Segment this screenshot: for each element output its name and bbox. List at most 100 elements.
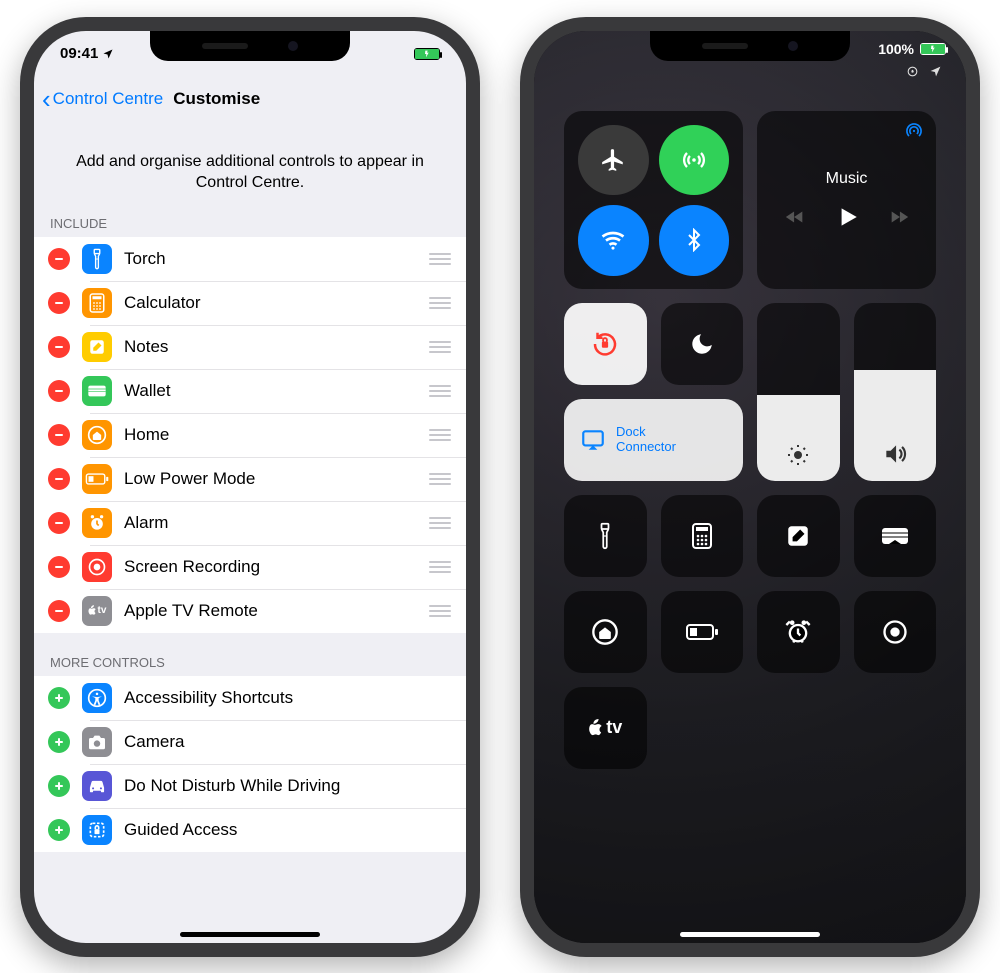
reorder-handle[interactable] [428, 297, 452, 309]
list-row: Alarm [34, 501, 466, 545]
alarm-tile[interactable] [757, 591, 840, 673]
airplay-icon[interactable] [904, 121, 924, 141]
reorder-handle[interactable] [428, 561, 452, 573]
notch [150, 31, 350, 61]
reorder-handle[interactable] [428, 473, 452, 485]
volume-slider[interactable] [854, 303, 937, 481]
volume-icon [882, 441, 908, 467]
reorder-handle[interactable] [428, 385, 452, 397]
screen-mirror-icon [580, 427, 606, 453]
remove-button[interactable] [48, 248, 70, 270]
connectivity-panel[interactable] [564, 111, 743, 289]
record-tile[interactable] [854, 591, 937, 673]
play-button[interactable] [834, 204, 860, 230]
page-description: Add and organise additional controls to … [34, 121, 466, 210]
home-indicator[interactable] [680, 932, 820, 937]
accessibility-icon [82, 683, 112, 713]
remove-button[interactable] [48, 380, 70, 402]
guided-icon [82, 815, 112, 845]
forward-button[interactable] [888, 206, 910, 228]
reorder-handle[interactable] [428, 605, 452, 617]
row-label: Do Not Disturb While Driving [124, 776, 452, 796]
orientation-lock-indicator-icon [906, 65, 919, 78]
notes-tile[interactable] [757, 495, 840, 577]
remove-button[interactable] [48, 556, 70, 578]
cc-status-bar: 100% [878, 41, 946, 57]
more-header: MORE CONTROLS [34, 633, 466, 676]
airplane-toggle[interactable] [578, 125, 649, 196]
list-row: Notes [34, 325, 466, 369]
reorder-handle[interactable] [428, 253, 452, 265]
reorder-handle[interactable] [428, 429, 452, 441]
back-label: Control Centre [53, 89, 164, 109]
rewind-button[interactable] [784, 206, 806, 228]
row-label: Screen Recording [124, 557, 416, 577]
car-icon [82, 771, 112, 801]
row-label: Home [124, 425, 416, 445]
dnd-tile[interactable] [661, 303, 744, 385]
alarm-icon [82, 508, 112, 538]
row-label: Guided Access [124, 820, 452, 840]
status-time: 09:41 [60, 45, 98, 62]
add-button[interactable] [48, 687, 70, 709]
notch [650, 31, 850, 61]
bluetooth-toggle[interactable] [659, 205, 730, 276]
list-row: Guided Access [34, 808, 466, 852]
back-button[interactable]: ‹ Control Centre [42, 86, 163, 112]
battery-icon [920, 43, 946, 55]
wifi-toggle[interactable] [578, 205, 649, 276]
orientation-lock-tile[interactable] [564, 303, 647, 385]
reorder-handle[interactable] [428, 517, 452, 529]
remove-button[interactable] [48, 424, 70, 446]
row-label: Camera [124, 732, 452, 752]
lowpower-tile[interactable] [661, 591, 744, 673]
torch-tile[interactable] [564, 495, 647, 577]
notes-icon [82, 332, 112, 362]
screen-mirror-tile[interactable]: Dock Connector [564, 399, 743, 481]
right-phone: 100% [520, 17, 980, 957]
row-label: Calculator [124, 293, 416, 313]
wallet-tile[interactable] [854, 495, 937, 577]
camera-icon [82, 727, 112, 757]
row-label: Apple TV Remote [124, 601, 416, 621]
calculator-icon [82, 288, 112, 318]
list-row: Torch [34, 237, 466, 281]
home-indicator[interactable] [180, 932, 320, 937]
chevron-left-icon: ‹ [42, 86, 51, 112]
reorder-handle[interactable] [428, 341, 452, 353]
appletv-tile[interactable]: tv [564, 687, 647, 769]
remove-button[interactable] [48, 512, 70, 534]
left-phone: 09:41 ‹ Control Centre Customise [20, 17, 480, 957]
brightness-icon [786, 443, 810, 467]
home-tile[interactable] [564, 591, 647, 673]
row-label: Torch [124, 249, 416, 269]
list-row: tv Apple TV Remote [34, 589, 466, 633]
include-list: Torch Calculator Notes Wallet Home Low Power … [34, 237, 466, 633]
remove-button[interactable] [48, 600, 70, 622]
more-list: Accessibility Shortcuts Camera Do Not Dist… [34, 676, 466, 852]
row-label: Low Power Mode [124, 469, 416, 489]
remove-button[interactable] [48, 336, 70, 358]
record-icon [82, 552, 112, 582]
tvremote-icon: tv [82, 596, 112, 626]
list-row: Home [34, 413, 466, 457]
row-label: Alarm [124, 513, 416, 533]
calculator-tile[interactable] [661, 495, 744, 577]
battery-percent: 100% [878, 41, 914, 57]
remove-button[interactable] [48, 292, 70, 314]
add-button[interactable] [48, 731, 70, 753]
torch-icon [82, 244, 112, 274]
battery-icon [414, 48, 440, 60]
settings-screen: 09:41 ‹ Control Centre Customise [34, 31, 466, 943]
add-button[interactable] [48, 819, 70, 841]
remove-button[interactable] [48, 468, 70, 490]
home-icon [82, 420, 112, 450]
cellular-toggle[interactable] [659, 125, 730, 196]
media-panel[interactable]: Music [757, 111, 936, 289]
row-label: Wallet [124, 381, 416, 401]
row-label: Accessibility Shortcuts [124, 688, 452, 708]
media-title: Music [826, 170, 868, 188]
list-row: Calculator [34, 281, 466, 325]
add-button[interactable] [48, 775, 70, 797]
brightness-slider[interactable] [757, 303, 840, 481]
